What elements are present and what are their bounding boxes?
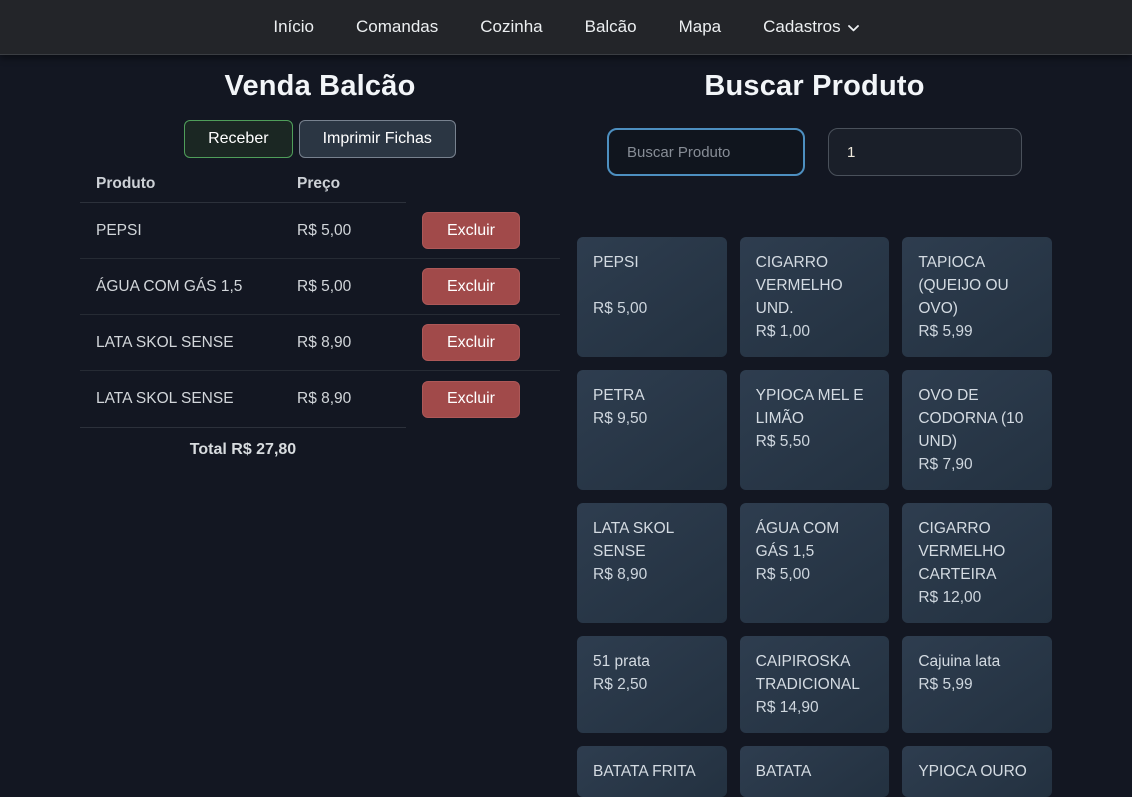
product-card[interactable]: OVO DE CODORNA (10 UND) R$ 7,90 xyxy=(902,370,1052,490)
product-price: R$ 12,00 xyxy=(918,586,1036,609)
product-price: R$ 5,00 xyxy=(593,297,711,320)
product-price: R$ 1,00 xyxy=(756,320,874,343)
product-card[interactable]: TAPIOCA (QUEIJO OU OVO) R$ 5,99 xyxy=(902,237,1052,357)
sale-total: Total R$ 27,80 xyxy=(80,427,406,473)
product-card[interactable]: CIGARRO VERMELHO UND. R$ 1,00 xyxy=(740,237,890,357)
nav-item-mapa[interactable]: Mapa xyxy=(679,17,722,37)
product-name: CIGARRO VERMELHO UND. xyxy=(756,251,874,320)
product-name: PEPSI xyxy=(593,251,711,274)
nav-item-cozinha[interactable]: Cozinha xyxy=(480,17,542,37)
product-price: R$ 5,99 xyxy=(918,673,1036,696)
product-name: BATATA FRITA xyxy=(593,760,711,783)
product-name: Cajuina lata xyxy=(918,650,1036,673)
product-name: YPIOCA OURO xyxy=(918,760,1036,783)
venda-balcao-title: Venda Balcão xyxy=(80,70,560,103)
buscar-produto-panel: Buscar Produto PEPSI R$ 5,00 CIGARRO VER… xyxy=(577,69,1052,797)
excluir-button[interactable]: Excluir xyxy=(422,268,520,305)
table-header-row: Produto Preço xyxy=(80,162,560,203)
total-row: Total R$ 27,80 xyxy=(80,427,560,473)
product-grid: PEPSI R$ 5,00 CIGARRO VERMELHO UND. R$ 1… xyxy=(577,237,1052,797)
product-name: YPIOCA MEL E LIMÃO xyxy=(756,384,874,430)
top-navbar: Início Comandas Cozinha Balcão Mapa Cada… xyxy=(0,0,1132,55)
column-header-produto: Produto xyxy=(80,175,297,193)
excluir-button[interactable]: Excluir xyxy=(422,381,520,418)
item-price: R$ 5,00 xyxy=(297,222,406,240)
item-name: LATA SKOL SENSE xyxy=(80,390,297,408)
product-card[interactable]: CIGARRO VERMELHO CARTEIRA R$ 12,00 xyxy=(902,503,1052,623)
excluir-button[interactable]: Excluir xyxy=(422,212,520,249)
product-card[interactable]: YPIOCA OURO xyxy=(902,746,1052,797)
venda-balcao-panel: Venda Balcão Receber Imprimir Fichas Pro… xyxy=(80,69,560,797)
imprimir-fichas-button[interactable]: Imprimir Fichas xyxy=(299,120,456,158)
column-header-action xyxy=(406,175,560,193)
product-name: PETRA xyxy=(593,384,711,407)
product-price: R$ 8,90 xyxy=(593,563,711,586)
product-price: R$ 5,50 xyxy=(756,430,874,453)
product-name: BATATA xyxy=(756,760,874,783)
nav-item-inicio[interactable]: Início xyxy=(273,17,314,37)
product-name: ÁGUA COM GÁS 1,5 xyxy=(756,517,874,563)
product-price: R$ 5,00 xyxy=(756,563,874,586)
product-name: CAIPIROSKA TRADICIONAL xyxy=(756,650,874,696)
column-header-preco: Preço xyxy=(297,175,406,193)
sale-items-table: Produto Preço PEPSI R$ 5,00 Excluir ÁGUA… xyxy=(80,162,560,473)
product-card[interactable]: BATATA xyxy=(740,746,890,797)
product-price: R$ 9,50 xyxy=(593,407,711,430)
item-name: LATA SKOL SENSE xyxy=(80,334,297,352)
buscar-produto-title: Buscar Produto xyxy=(577,70,1052,103)
product-card[interactable]: LATA SKOL SENSE R$ 8,90 xyxy=(577,503,727,623)
product-card[interactable]: 51 prata R$ 2,50 xyxy=(577,636,727,733)
item-name: ÁGUA COM GÁS 1,5 xyxy=(80,278,297,296)
quantity-input[interactable] xyxy=(828,128,1022,176)
nav-item-label: Cozinha xyxy=(480,17,542,37)
excluir-button[interactable]: Excluir xyxy=(422,324,520,361)
nav-item-cadastros-dropdown[interactable]: Cadastros xyxy=(763,17,858,37)
item-name: PEPSI xyxy=(80,222,297,240)
nav-item-label: Cadastros xyxy=(763,17,840,37)
product-card[interactable]: Cajuina lata R$ 5,99 xyxy=(902,636,1052,733)
product-price: R$ 5,99 xyxy=(918,320,1036,343)
main-content: Venda Balcão Receber Imprimir Fichas Pro… xyxy=(0,55,1132,797)
product-card[interactable]: CAIPIROSKA TRADICIONAL R$ 14,90 xyxy=(740,636,890,733)
item-price: R$ 8,90 xyxy=(297,390,406,408)
nav-item-label: Balcão xyxy=(585,17,637,37)
product-card[interactable]: YPIOCA MEL E LIMÃO R$ 5,50 xyxy=(740,370,890,490)
table-row: PEPSI R$ 5,00 Excluir xyxy=(80,203,560,259)
table-row: LATA SKOL SENSE R$ 8,90 Excluir xyxy=(80,315,560,371)
product-card[interactable]: PEPSI R$ 5,00 xyxy=(577,237,727,357)
item-price: R$ 8,90 xyxy=(297,334,406,352)
nav-item-balcao[interactable]: Balcão xyxy=(585,17,637,37)
product-price: R$ 14,90 xyxy=(756,696,874,719)
nav-item-label: Início xyxy=(273,17,314,37)
product-name: CIGARRO VERMELHO CARTEIRA xyxy=(918,517,1036,586)
product-name: LATA SKOL SENSE xyxy=(593,517,711,563)
product-card[interactable]: PETRA R$ 9,50 xyxy=(577,370,727,490)
product-price: R$ 2,50 xyxy=(593,673,711,696)
product-name: TAPIOCA (QUEIJO OU OVO) xyxy=(918,251,1036,320)
nav-item-comandas[interactable]: Comandas xyxy=(356,17,438,37)
item-price: R$ 5,00 xyxy=(297,278,406,296)
product-card[interactable]: ÁGUA COM GÁS 1,5 R$ 5,00 xyxy=(740,503,890,623)
product-card[interactable]: BATATA FRITA xyxy=(577,746,727,797)
chevron-down-icon xyxy=(848,25,859,32)
product-price: R$ 7,90 xyxy=(918,453,1036,476)
sale-actions: Receber Imprimir Fichas xyxy=(80,120,560,158)
search-input[interactable] xyxy=(607,128,805,176)
table-row: ÁGUA COM GÁS 1,5 R$ 5,00 Excluir xyxy=(80,259,560,315)
search-controls xyxy=(577,128,1052,176)
nav-item-label: Mapa xyxy=(679,17,722,37)
product-name: 51 prata xyxy=(593,650,711,673)
table-row: LATA SKOL SENSE R$ 8,90 Excluir xyxy=(80,371,560,427)
nav-item-label: Comandas xyxy=(356,17,438,37)
product-name: OVO DE CODORNA (10 UND) xyxy=(918,384,1036,453)
receber-button[interactable]: Receber xyxy=(184,120,292,158)
